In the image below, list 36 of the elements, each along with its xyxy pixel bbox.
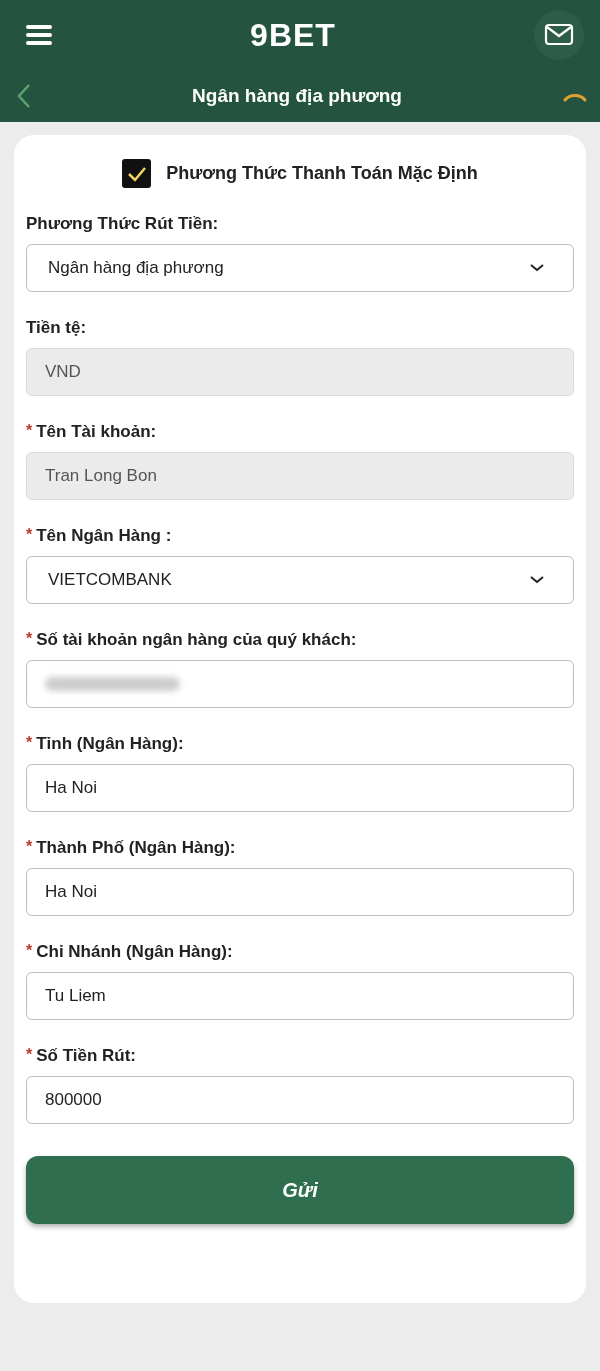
submit-button[interactable]: Gửi: [26, 1156, 574, 1224]
field-label: Tỉnh (Ngân Hàng):: [36, 734, 184, 754]
input-field[interactable]: Tu Liem: [26, 972, 574, 1020]
dropdown[interactable]: VIETCOMBANK: [26, 556, 574, 604]
checkbox-label: Phương Thức Thanh Toán Mặc Định: [166, 163, 478, 184]
input-field[interactable]: VND: [26, 348, 574, 396]
required-mark: *: [26, 942, 33, 961]
required-mark: *: [26, 526, 33, 545]
required-mark: *: [26, 630, 33, 649]
dropdown[interactable]: Ngân hàng địa phương: [26, 244, 574, 292]
chevron-down-icon: [529, 575, 545, 585]
page-title: Ngân hàng địa phương: [192, 85, 402, 107]
checkmark-icon: [126, 165, 147, 182]
field-label: Số tài khoản ngân hàng của quý khách:: [36, 630, 357, 650]
required-mark: *: [26, 734, 33, 753]
field-label: Chi Nhánh (Ngân Hàng):: [36, 942, 233, 962]
checkbox[interactable]: [122, 159, 152, 188]
logo: 9BET: [250, 16, 336, 54]
input-field[interactable]: Ha Noi: [26, 868, 574, 916]
menu-icon[interactable]: [26, 24, 52, 46]
field-label: Thành Phố (Ngân Hàng):: [36, 838, 236, 858]
field-label: Phương Thức Rút Tiền:: [26, 214, 219, 234]
field-label: Tên Ngân Hàng :: [36, 526, 172, 546]
input-field[interactable]: Ha Noi: [26, 764, 574, 812]
required-mark: *: [26, 422, 33, 441]
input-field[interactable]: Tran Long Bon: [26, 452, 574, 500]
required-mark: *: [26, 838, 33, 857]
required-mark: *: [26, 1046, 33, 1065]
input-field[interactable]: [26, 660, 574, 708]
field-label: Tiền tệ:: [26, 318, 87, 338]
input-field[interactable]: 800000: [26, 1076, 574, 1124]
chevron-down-icon: [529, 263, 545, 273]
mail-icon[interactable]: [534, 10, 584, 60]
field-label: Tên Tài khoản:: [36, 422, 157, 442]
back-icon[interactable]: [16, 83, 32, 109]
field-label: Số Tiền Rút:: [36, 1046, 137, 1066]
